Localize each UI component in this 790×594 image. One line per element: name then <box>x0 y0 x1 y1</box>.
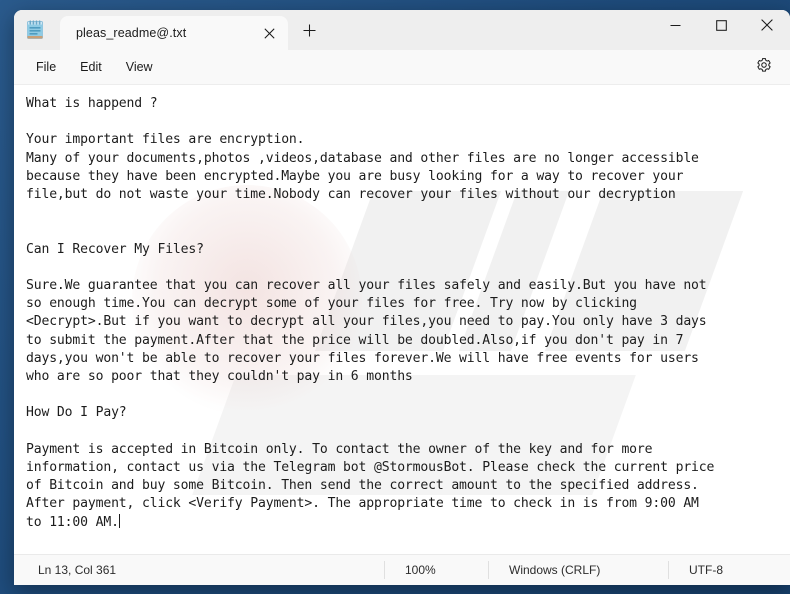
menu-view[interactable]: View <box>114 56 165 79</box>
document-text[interactable]: What is happend ? Your important files a… <box>26 95 782 532</box>
status-encoding[interactable]: UTF-8 <box>668 561 739 579</box>
status-bar: Ln 13, Col 361 100% Windows (CRLF) UTF-8 <box>14 554 790 585</box>
plus-icon <box>303 24 316 42</box>
close-icon <box>761 18 773 36</box>
new-tab-button[interactable] <box>292 16 326 50</box>
notepad-window: pleas_readme@.txt File Edit View What is… <box>14 10 790 585</box>
notepad-icon <box>24 19 46 41</box>
gear-icon <box>756 57 772 78</box>
status-zoom-level[interactable]: 100% <box>384 561 488 579</box>
menu-file[interactable]: File <box>24 56 68 79</box>
settings-button[interactable] <box>750 54 778 80</box>
close-button[interactable] <box>744 10 790 44</box>
close-icon[interactable] <box>256 20 282 46</box>
menu-bar: File Edit View <box>14 50 790 85</box>
text-editor[interactable]: What is happend ? Your important files a… <box>14 85 790 554</box>
minimize-icon <box>670 18 681 36</box>
tab-pleas-readme[interactable]: pleas_readme@.txt <box>60 16 288 50</box>
maximize-button[interactable] <box>698 10 744 44</box>
maximize-icon <box>715 18 727 36</box>
status-cursor-position[interactable]: Ln 13, Col 361 <box>14 561 384 579</box>
title-bar[interactable]: pleas_readme@.txt <box>14 10 790 50</box>
window-controls <box>652 10 790 44</box>
tab-strip: pleas_readme@.txt <box>60 10 326 50</box>
minimize-button[interactable] <box>652 10 698 44</box>
tab-label: pleas_readme@.txt <box>76 26 187 40</box>
status-line-ending[interactable]: Windows (CRLF) <box>488 561 668 579</box>
menu-edit[interactable]: Edit <box>68 56 114 79</box>
text-caret <box>118 513 120 528</box>
document-text-content: What is happend ? Your important files a… <box>26 96 715 530</box>
